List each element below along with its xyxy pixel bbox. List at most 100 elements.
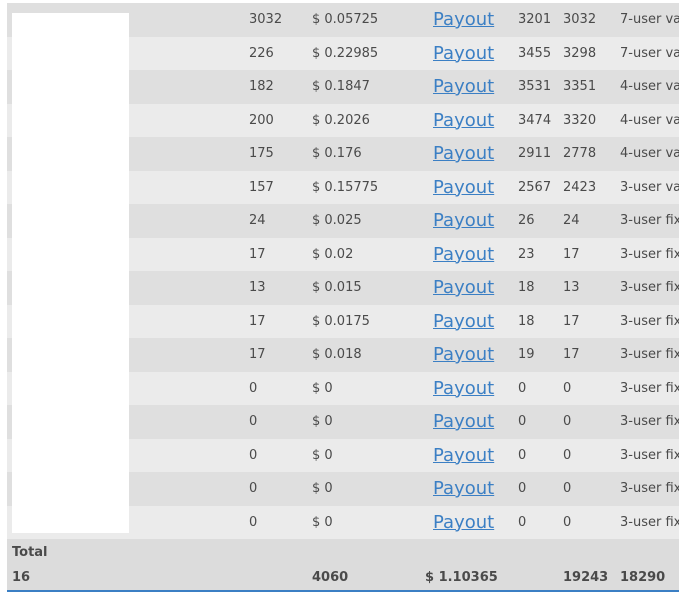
amount: $ 0.0175 (312, 313, 370, 329)
payout-link[interactable]: Payout (433, 344, 494, 365)
total-count: 16 (12, 570, 31, 585)
count-a: 157 (249, 179, 274, 195)
plan-type: 3-user fix (620, 380, 679, 396)
total-a: 4060 (312, 570, 349, 585)
total-amount: $ 1.10365 (425, 570, 498, 585)
count-c: 3531 (518, 79, 552, 94)
count-a: 0 (249, 514, 258, 530)
count-a: 0 (249, 447, 258, 463)
total-label-row: Total (7, 539, 679, 566)
count-a: 17 (249, 347, 266, 362)
plan-type: 3-user fix (620, 347, 679, 362)
amount: $ 0.025 (312, 213, 362, 228)
amount: $ 0 (312, 447, 333, 463)
plan-type: 3-user fix (620, 246, 679, 262)
plan-type: 3-user va (620, 179, 679, 195)
plan-type: 3-user fix (620, 481, 679, 496)
count-a: 0 (249, 380, 258, 396)
count-c: 0 (518, 380, 527, 396)
payout-link[interactable]: Payout (433, 445, 494, 466)
plan-type: 3-user fix (620, 280, 679, 295)
payout-link[interactable]: Payout (433, 512, 494, 533)
count-c: 0 (518, 447, 527, 463)
payout-link[interactable]: Payout (433, 43, 494, 64)
count-d: 2423 (563, 179, 597, 195)
total-label: Total (12, 545, 48, 560)
amount: $ 0.015 (312, 280, 362, 295)
payout-link[interactable]: Payout (433, 478, 494, 499)
payout-link[interactable]: Payout (433, 244, 494, 265)
payout-link[interactable]: Payout (433, 378, 494, 399)
count-d: 0 (563, 414, 572, 429)
count-d: 3032 (563, 12, 597, 27)
payout-cell: Payout (433, 238, 494, 272)
count-a: 17 (249, 313, 266, 329)
payout-cell: Payout (433, 137, 494, 171)
count-c: 0 (518, 514, 527, 530)
count-a: 24 (249, 213, 266, 228)
count-a: 13 (249, 280, 266, 295)
count-c: 23 (518, 246, 535, 262)
count-d: 17 (563, 246, 580, 262)
payout-link[interactable]: Payout (433, 311, 494, 332)
count-c: 0 (518, 481, 527, 496)
count-d: 13 (563, 280, 580, 295)
payout-cell: Payout (433, 70, 494, 104)
count-d: 0 (563, 380, 572, 396)
amount: $ 0.22985 (312, 45, 379, 61)
amount: $ 0 (312, 514, 333, 530)
amount: $ 0.018 (312, 347, 362, 362)
table-bottom-border (7, 590, 679, 592)
count-d: 0 (563, 481, 572, 496)
payout-cell: Payout (433, 3, 494, 37)
count-d: 17 (563, 347, 580, 362)
payout-cell: Payout (433, 439, 494, 473)
payout-link[interactable]: Payout (433, 110, 494, 131)
payout-link[interactable]: Payout (433, 9, 494, 30)
count-c: 3474 (518, 112, 552, 128)
payout-cell: Payout (433, 37, 494, 71)
count-a: 17 (249, 246, 266, 262)
plan-type: 4-user va (620, 112, 679, 128)
payout-cell: Payout (433, 506, 494, 540)
count-d: 2778 (563, 146, 597, 161)
payout-link[interactable]: Payout (433, 76, 494, 97)
count-c: 18 (518, 313, 535, 329)
amount: $ 0.176 (312, 146, 362, 161)
plan-type: 3-user fix (620, 414, 679, 429)
count-a: 0 (249, 481, 258, 496)
amount: $ 0.05725 (312, 12, 379, 27)
plan-type: 4-user va (620, 146, 679, 161)
total-values-row: 16 4060 $ 1.10365 19243 18290 (7, 566, 679, 590)
amount: $ 0.15775 (312, 179, 379, 195)
payout-cell: Payout (433, 305, 494, 339)
count-a: 200 (249, 112, 274, 128)
count-d: 3298 (563, 45, 597, 61)
amount: $ 0.1847 (312, 79, 370, 94)
payout-cell: Payout (433, 271, 494, 305)
payout-link[interactable]: Payout (433, 210, 494, 231)
payout-cell: Payout (433, 104, 494, 138)
payout-link[interactable]: Payout (433, 411, 494, 432)
count-d: 17 (563, 313, 580, 329)
count-c: 2567 (518, 179, 552, 195)
payout-link[interactable]: Payout (433, 277, 494, 298)
total-d: 18290 (620, 570, 666, 585)
amount: $ 0 (312, 380, 333, 396)
count-c: 0 (518, 414, 527, 429)
plan-type: 7-user va (620, 45, 679, 61)
count-c: 2911 (518, 146, 552, 161)
plan-type: 4-user va (620, 79, 679, 94)
amount: $ 0.02 (312, 246, 354, 262)
payout-cell: Payout (433, 372, 494, 406)
amount: $ 0 (312, 481, 333, 496)
count-d: 3351 (563, 79, 597, 94)
count-c: 26 (518, 213, 535, 228)
plan-type: 3-user fix (620, 514, 679, 530)
payout-link[interactable]: Payout (433, 177, 494, 198)
count-a: 182 (249, 79, 274, 94)
count-d: 3320 (563, 112, 597, 128)
count-d: 0 (563, 447, 572, 463)
plan-type: 3-user fix (620, 213, 679, 228)
payout-link[interactable]: Payout (433, 143, 494, 164)
